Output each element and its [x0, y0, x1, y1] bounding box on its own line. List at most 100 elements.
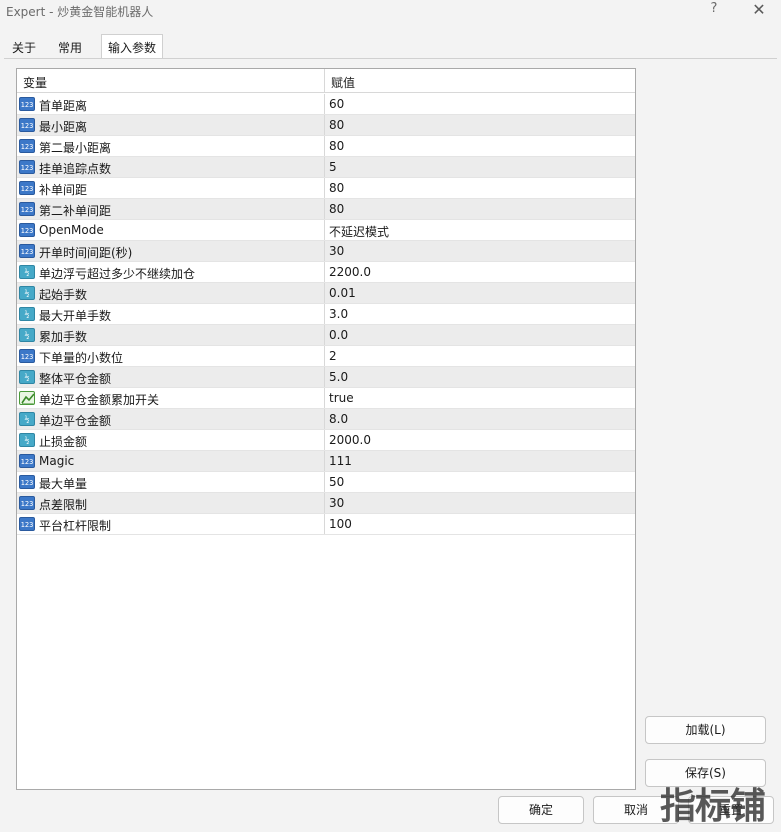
- window-title: Expert - 炒黄金智能机器人: [6, 5, 154, 19]
- close-button[interactable]: ✕: [746, 0, 772, 20]
- variable-name: OpenMode: [39, 223, 104, 237]
- table-row[interactable]: 123 OpenMode 不延迟模式: [17, 220, 635, 241]
- grid-header: 变量 赋值: [17, 69, 635, 93]
- tab-strip: 关于 常用 输入参数: [4, 34, 781, 60]
- double-type-icon: ½: [19, 328, 35, 342]
- double-type-icon: ½: [19, 433, 35, 447]
- table-row[interactable]: 123 第二最小距离 80: [17, 136, 635, 157]
- variable-name: 整体平仓金额: [39, 372, 112, 386]
- variable-cell: 123 下单量的小数位: [17, 346, 325, 366]
- variable-cell: ½ 起始手数: [17, 283, 325, 303]
- value-cell[interactable]: 80: [325, 199, 635, 219]
- table-row[interactable]: ½ 止损金额 2000.0: [17, 430, 635, 451]
- table-row[interactable]: 123 下单量的小数位 2: [17, 346, 635, 367]
- table-row[interactable]: 单边平仓金额累加开关 true: [17, 388, 635, 409]
- table-row[interactable]: 123 挂单追踪点数 5: [17, 157, 635, 178]
- value-cell[interactable]: 3.0: [325, 304, 635, 324]
- table-row[interactable]: 123 第二补单间距 80: [17, 199, 635, 220]
- variable-name: 点差限制: [39, 498, 88, 512]
- value-cell[interactable]: 2000.0: [325, 430, 635, 450]
- table-row[interactable]: 123 平台杠杆限制 100: [17, 514, 635, 535]
- table-row[interactable]: 123 开单时间间距(秒) 30: [17, 241, 635, 262]
- table-row[interactable]: ½ 单边浮亏超过多少不继续加仓 2200.0: [17, 262, 635, 283]
- table-row[interactable]: ½ 整体平仓金额 5.0: [17, 367, 635, 388]
- integer-type-icon: 123: [19, 223, 35, 237]
- value-cell[interactable]: 8.0: [325, 409, 635, 429]
- variable-cell: 123 最大单量: [17, 472, 325, 492]
- value-cell[interactable]: 2: [325, 346, 635, 366]
- variable-name: 止损金额: [39, 435, 88, 449]
- variable-cell: 123 平台杠杆限制: [17, 514, 325, 534]
- variable-cell: ½ 最大开单手数: [17, 304, 325, 324]
- tab-inputs[interactable]: 输入参数: [101, 34, 164, 60]
- variable-name: 平台杠杆限制: [39, 519, 112, 533]
- integer-type-icon: 123: [19, 202, 35, 216]
- value-cell[interactable]: 30: [325, 241, 635, 261]
- column-header-variable[interactable]: 变量: [17, 69, 325, 93]
- table-row[interactable]: 123 补单间距 80: [17, 178, 635, 199]
- variable-name: Magic: [39, 454, 75, 468]
- value-cell[interactable]: 0.01: [325, 283, 635, 303]
- table-row[interactable]: 123 首单距离 60: [17, 94, 635, 115]
- variable-cell: 123 挂单追踪点数: [17, 157, 325, 177]
- integer-type-icon: 123: [19, 517, 35, 531]
- value-cell[interactable]: 80: [325, 115, 635, 135]
- variable-name: 单边浮亏超过多少不继续加仓: [39, 267, 196, 281]
- value-cell[interactable]: 5: [325, 157, 635, 177]
- value-cell[interactable]: 80: [325, 178, 635, 198]
- value-cell[interactable]: 100: [325, 514, 635, 534]
- parameters-grid[interactable]: 变量 赋值 123 首单距离 60 123 最小距离 80 123 第二最小距离 80 123 挂单…: [16, 68, 636, 790]
- save-button[interactable]: 保存(S): [645, 759, 766, 787]
- variable-cell: 单边平仓金额累加开关: [17, 388, 325, 408]
- help-button[interactable]: ?: [704, 1, 724, 19]
- double-type-icon: ½: [19, 265, 35, 279]
- value-cell[interactable]: 60: [325, 94, 635, 114]
- variable-cell: ½ 单边浮亏超过多少不继续加仓: [17, 262, 325, 282]
- double-type-icon: ½: [19, 370, 35, 384]
- table-row[interactable]: 123 最大单量 50: [17, 472, 635, 493]
- variable-name: 首单距离: [39, 99, 88, 113]
- watermark-logo: 指标铺: [660, 786, 766, 827]
- value-cell[interactable]: 30: [325, 493, 635, 513]
- variable-name: 单边平仓金额: [39, 414, 112, 428]
- table-row[interactable]: ½ 单边平仓金额 8.0: [17, 409, 635, 430]
- double-type-icon: ½: [19, 412, 35, 426]
- integer-type-icon: 123: [19, 160, 35, 174]
- variable-name: 最大开单手数: [39, 309, 112, 323]
- double-type-icon: ½: [19, 307, 35, 321]
- integer-type-icon: 123: [19, 97, 35, 111]
- variable-name: 补单间距: [39, 183, 88, 197]
- ok-button[interactable]: 确定: [498, 796, 584, 824]
- variable-cell: ½ 累加手数: [17, 325, 325, 345]
- variable-cell: 123 补单间距: [17, 178, 325, 198]
- value-cell[interactable]: 5.0: [325, 367, 635, 387]
- table-row[interactable]: 123 Magic 111: [17, 451, 635, 472]
- tab-about[interactable]: 关于: [6, 35, 42, 59]
- value-cell[interactable]: true: [325, 388, 635, 408]
- integer-type-icon: 123: [19, 181, 35, 195]
- load-button[interactable]: 加载(L): [645, 716, 766, 744]
- variable-cell: 123 第二补单间距: [17, 199, 325, 219]
- value-cell[interactable]: 不延迟模式: [325, 220, 635, 240]
- table-row[interactable]: 123 最小距离 80: [17, 115, 635, 136]
- variable-cell: ½ 止损金额: [17, 430, 325, 450]
- value-cell[interactable]: 0.0: [325, 325, 635, 345]
- variable-name: 单边平仓金额累加开关: [39, 393, 160, 407]
- variable-cell: 123 OpenMode: [17, 220, 325, 240]
- value-cell[interactable]: 80: [325, 136, 635, 156]
- value-cell[interactable]: 2200.0: [325, 262, 635, 282]
- value-cell[interactable]: 50: [325, 472, 635, 492]
- table-row[interactable]: ½ 最大开单手数 3.0: [17, 304, 635, 325]
- table-row[interactable]: ½ 起始手数 0.01: [17, 283, 635, 304]
- variable-name: 开单时间间距(秒): [39, 246, 133, 260]
- variable-cell: 123 最小距离: [17, 115, 325, 135]
- value-cell[interactable]: 111: [325, 451, 635, 471]
- table-row[interactable]: ½ 累加手数 0.0: [17, 325, 635, 346]
- integer-type-icon: 123: [19, 139, 35, 153]
- bool-type-icon: [19, 391, 35, 405]
- table-row[interactable]: 123 点差限制 30: [17, 493, 635, 514]
- variable-cell: 123 Magic: [17, 451, 325, 471]
- column-header-value[interactable]: 赋值: [325, 69, 635, 93]
- tab-common[interactable]: 常用: [52, 35, 88, 59]
- variable-cell: ½ 单边平仓金额: [17, 409, 325, 429]
